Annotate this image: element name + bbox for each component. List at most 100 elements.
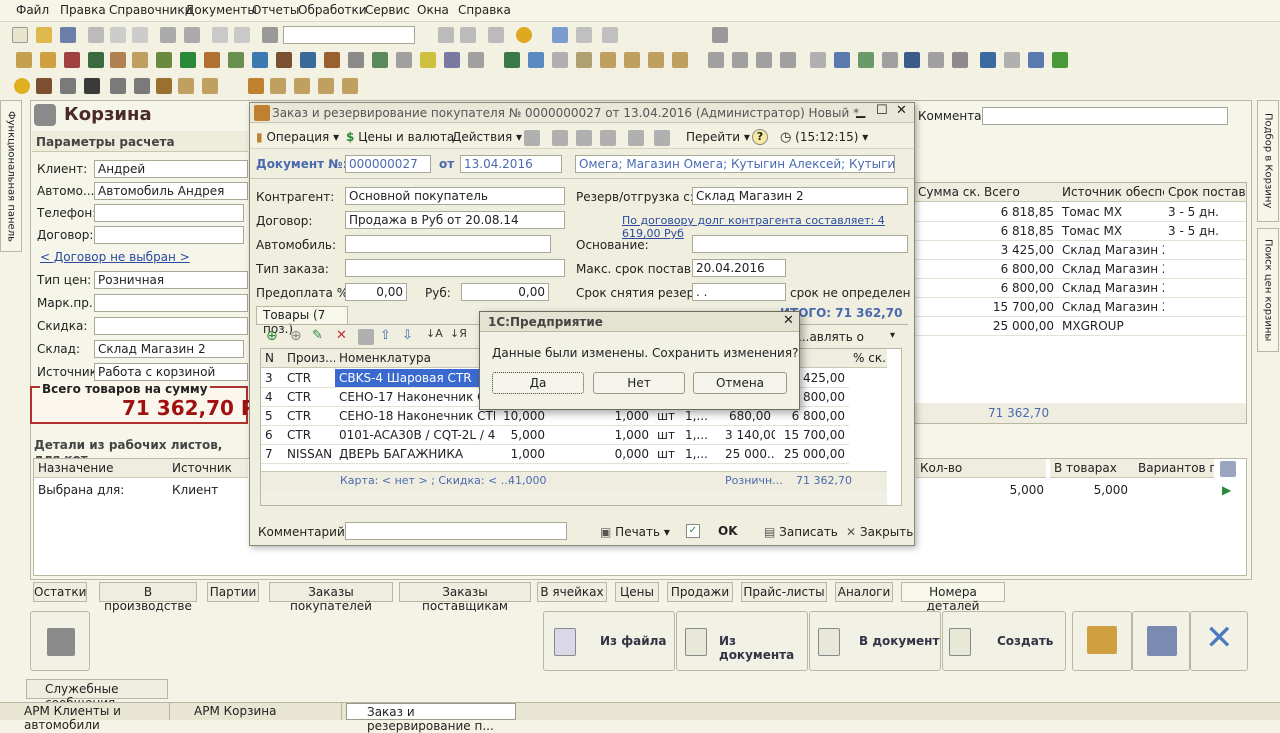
tool-ab-icon[interactable] bbox=[708, 52, 724, 68]
end-edit-icon[interactable] bbox=[358, 329, 374, 345]
reserve-term-field[interactable]: . . bbox=[692, 283, 786, 301]
close-big-button[interactable]: ✕ bbox=[1190, 611, 1248, 671]
goods-cell[interactable]: 1,000 bbox=[495, 445, 549, 464]
coin-icon[interactable] bbox=[14, 78, 30, 94]
right-grid-cell[interactable] bbox=[914, 260, 980, 279]
right-grid-cell[interactable]: 6 818,85 bbox=[980, 222, 1058, 241]
close-doc-button[interactable]: ✕ Закрыть bbox=[846, 525, 913, 539]
print-button[interactable]: ▣ Печать ▾ bbox=[600, 525, 670, 539]
tab-8[interactable]: Прайс-листы bbox=[741, 582, 827, 602]
tool-ah-icon[interactable] bbox=[858, 52, 874, 68]
goto-button[interactable]: Перейти ▾ bbox=[686, 130, 750, 144]
w-auto-field[interactable] bbox=[345, 235, 551, 253]
tool-az-icon[interactable] bbox=[294, 78, 310, 94]
tool-af-icon[interactable] bbox=[810, 52, 826, 68]
add-row-icon[interactable]: ⊕ bbox=[266, 328, 278, 344]
tool-an-icon[interactable] bbox=[1028, 52, 1044, 68]
taskbar-cart[interactable]: АРМ Корзина bbox=[174, 703, 342, 720]
goods-cell[interactable]: 4 bbox=[261, 388, 283, 407]
right-grid-cell[interactable]: 3 - 5 дн. bbox=[1164, 222, 1246, 241]
tool-c-icon[interactable] bbox=[64, 52, 80, 68]
right-grid-cell[interactable]: 15 700,00 bbox=[980, 298, 1058, 317]
menu-edit[interactable]: Правка bbox=[60, 3, 106, 17]
actions-button[interactable]: Действия ▾ bbox=[452, 130, 522, 144]
tool-ag-icon[interactable] bbox=[834, 52, 850, 68]
goods-cell[interactable] bbox=[549, 426, 601, 445]
sort-desc-icon[interactable]: ↓Я bbox=[450, 327, 467, 340]
client-field[interactable]: Андрей bbox=[94, 160, 248, 178]
tool-w-icon[interactable] bbox=[576, 52, 592, 68]
goods-hscroll[interactable] bbox=[261, 491, 887, 505]
goods-tab[interactable]: Товары (7 поз.) bbox=[256, 306, 348, 336]
menu-windows[interactable]: Окна bbox=[417, 3, 449, 17]
tool-t-icon[interactable] bbox=[504, 52, 520, 68]
mark-field[interactable] bbox=[94, 294, 248, 312]
right-grid-cell[interactable]: 6 800,00 bbox=[980, 260, 1058, 279]
tool-o-icon[interactable] bbox=[372, 52, 388, 68]
windows-icon[interactable] bbox=[488, 27, 504, 43]
goods-cell[interactable]: 1,... bbox=[681, 426, 721, 445]
tool-n-icon[interactable] bbox=[348, 52, 364, 68]
print-icon[interactable] bbox=[160, 27, 176, 43]
tool-am-icon[interactable] bbox=[1004, 52, 1020, 68]
unpost-icon[interactable] bbox=[552, 130, 568, 146]
right-grid-cell[interactable] bbox=[914, 241, 980, 260]
tool-aw-icon[interactable] bbox=[202, 78, 218, 94]
tool-au-icon[interactable] bbox=[156, 78, 172, 94]
right-grid-cell[interactable]: MXGROUP bbox=[1058, 317, 1164, 336]
source-field[interactable]: Работа с корзиной bbox=[94, 363, 248, 381]
find-prev-icon[interactable] bbox=[460, 27, 476, 43]
menu-file[interactable]: Файл bbox=[16, 3, 49, 17]
save-icon[interactable] bbox=[60, 27, 76, 43]
book-icon[interactable] bbox=[980, 52, 996, 68]
from-document-button[interactable]: Из документа bbox=[676, 611, 808, 671]
tab-5[interactable]: В ячейках bbox=[537, 582, 607, 602]
tool-k-icon[interactable] bbox=[276, 52, 292, 68]
tool-aj-icon[interactable] bbox=[904, 52, 920, 68]
paste-icon[interactable] bbox=[132, 27, 148, 43]
tool-x-icon[interactable] bbox=[600, 52, 616, 68]
calendar-icon[interactable] bbox=[576, 27, 592, 43]
move-down-icon[interactable]: ⇩ bbox=[402, 328, 413, 343]
toolbar-search-input[interactable] bbox=[283, 26, 415, 44]
tab-9[interactable]: Аналоги bbox=[835, 582, 893, 602]
redo-icon[interactable] bbox=[234, 27, 250, 43]
right-grid-cell[interactable]: Склад Магазин 2 bbox=[1058, 260, 1164, 279]
taskbar-order[interactable]: Заказ и резервирование п... bbox=[346, 703, 516, 733]
new-doc-icon[interactable] bbox=[12, 27, 28, 43]
w-contract-field[interactable]: Продажа в Руб от 20.08.14 bbox=[345, 211, 565, 229]
service-messages-button[interactable]: Служебные сообщения bbox=[26, 679, 168, 710]
tool-p-icon[interactable] bbox=[396, 52, 412, 68]
menu-catalogs[interactable]: Справочники bbox=[109, 3, 192, 17]
filter-icon[interactable] bbox=[654, 130, 670, 146]
tool-ai-icon[interactable] bbox=[882, 52, 898, 68]
tool-a-icon[interactable] bbox=[16, 52, 32, 68]
tool-m-icon[interactable] bbox=[324, 52, 340, 68]
tool-aq-icon[interactable] bbox=[60, 78, 76, 94]
copy-doc-icon[interactable] bbox=[576, 130, 592, 146]
contract-field[interactable] bbox=[94, 226, 244, 244]
copy-icon[interactable] bbox=[110, 27, 126, 43]
tool-g-icon[interactable] bbox=[156, 52, 172, 68]
post-icon[interactable] bbox=[524, 130, 540, 146]
time-button[interactable]: ◷ (15:12:15) ▾ bbox=[780, 130, 868, 145]
tab-10[interactable]: Номера деталей bbox=[901, 582, 1005, 613]
tool-ap-icon[interactable] bbox=[36, 78, 52, 94]
goods-cell[interactable]: 25 000,00 bbox=[775, 445, 849, 464]
tool-y-icon[interactable] bbox=[624, 52, 640, 68]
save-doc-button[interactable]: ▤ Записать bbox=[764, 525, 838, 539]
right-grid-cell[interactable] bbox=[1164, 279, 1246, 298]
cart-price-search-tab[interactable]: Поиск цен корзины bbox=[1257, 228, 1279, 352]
details-settings-icon[interactable] bbox=[1220, 461, 1236, 477]
calculator-icon[interactable] bbox=[552, 27, 568, 43]
ok-button[interactable]: OK bbox=[718, 524, 738, 538]
movements-icon[interactable] bbox=[628, 130, 644, 146]
menu-help[interactable]: Справка bbox=[458, 3, 511, 17]
comment-field[interactable] bbox=[982, 107, 1228, 125]
discount-field[interactable] bbox=[94, 317, 248, 335]
tool-ak-icon[interactable] bbox=[928, 52, 944, 68]
max-delivery-field[interactable]: 20.04.2016 bbox=[692, 259, 786, 277]
tool-al-icon[interactable] bbox=[952, 52, 968, 68]
sort-asc-icon[interactable]: ↓A bbox=[426, 327, 443, 340]
right-grid-cell[interactable]: 3 425,00 bbox=[980, 241, 1058, 260]
